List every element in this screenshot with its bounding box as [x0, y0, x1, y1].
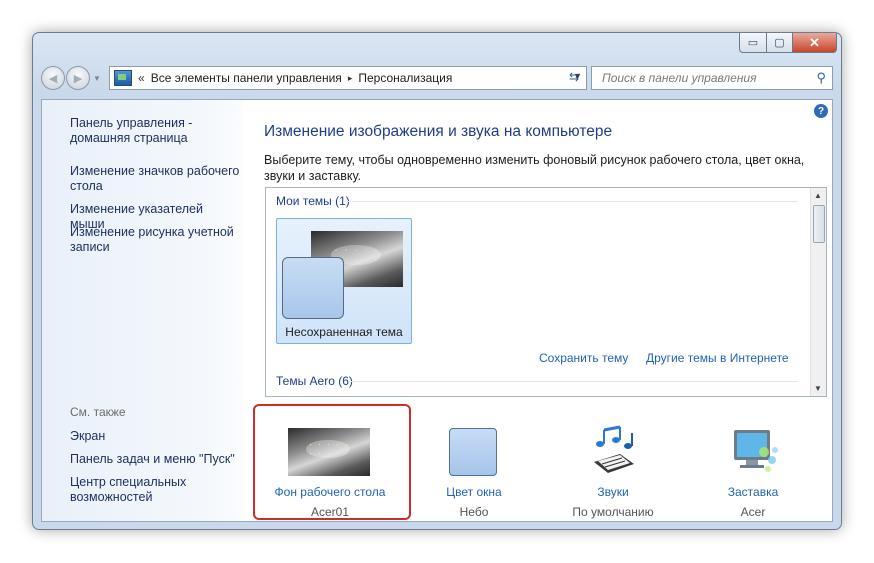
- scroll-up-icon[interactable]: ▲: [814, 191, 822, 200]
- minimize-button[interactable]: ▭: [739, 33, 767, 53]
- breadcrumb-overflow[interactable]: «: [138, 71, 145, 85]
- online-themes-link[interactable]: Другие темы в Интернете: [646, 351, 789, 365]
- group-my-themes: Мои темы (1): [276, 194, 350, 208]
- screensaver-icon: [734, 430, 778, 472]
- close-icon: ✕: [809, 34, 820, 50]
- screensaver-label[interactable]: Заставка: [688, 485, 818, 499]
- maximize-icon: ▢: [774, 37, 785, 49]
- navigation-buttons: ◀ ▶ ▼: [41, 66, 101, 90]
- sidebar-link-desktop-icons[interactable]: Изменение значков рабочего стола: [70, 164, 240, 194]
- help-button[interactable]: ?: [814, 104, 828, 118]
- address-bar[interactable]: « Все элементы панели управления ▸ Персо…: [109, 66, 587, 90]
- scrollbar-thumb[interactable]: [813, 205, 825, 243]
- main-panel: ? Изменение изображения и звука на компь…: [243, 100, 832, 521]
- group-divider: [348, 201, 798, 202]
- sidebar-link-account-picture[interactable]: Изменение рисунка учетной записи: [70, 225, 240, 255]
- close-button[interactable]: ✕: [793, 33, 837, 53]
- see-also-heading: См. также: [70, 405, 126, 419]
- control-panel-icon: [114, 70, 132, 86]
- save-theme-link[interactable]: Сохранить тему: [539, 351, 628, 365]
- sidebar-link-home[interactable]: Панель управления - домашняя страница: [70, 116, 240, 146]
- search-box: ⚲: [591, 66, 833, 90]
- themes-scrollbar[interactable]: ▲ ▼: [810, 188, 826, 396]
- page-description: Выберите тему, чтобы одновременно измени…: [264, 153, 805, 183]
- maximize-button[interactable]: ▢: [767, 33, 793, 53]
- search-icon[interactable]: ⚲: [816, 70, 826, 86]
- breadcrumb-separator-icon[interactable]: ▸: [348, 73, 353, 84]
- sounds-value: По умолчанию: [572, 505, 654, 519]
- back-button[interactable]: ◀: [41, 66, 65, 90]
- window-color-value: Небо: [459, 505, 489, 519]
- sidebar-link-taskbar[interactable]: Панель задач и меню "Пуск": [70, 452, 240, 467]
- group-aero-themes: Темы Aero (6): [276, 374, 353, 388]
- scroll-down-icon[interactable]: ▼: [814, 384, 822, 393]
- desktop-background-thumbnail: [288, 428, 370, 476]
- personalization-window: ▭ ▢ ✕ ◀ ▶ ▼ « Все элементы панели управл…: [32, 32, 842, 530]
- screensaver-value: Acer: [740, 505, 766, 519]
- arrow-right-icon: ▶: [73, 72, 83, 85]
- forward-button[interactable]: ▶: [66, 66, 90, 90]
- help-icon: ?: [817, 105, 825, 117]
- window-controls: ▭ ▢ ✕: [739, 33, 837, 53]
- search-input[interactable]: [600, 70, 804, 86]
- sidebar: Панель управления - домашняя страница Из…: [42, 100, 243, 521]
- sounds-icon: [594, 425, 634, 473]
- content-area: Панель управления - домашняя страница Из…: [41, 99, 833, 522]
- theme-name: Несохраненная тема: [285, 325, 403, 339]
- window-color-label[interactable]: Цвет окна: [409, 485, 539, 499]
- page-title: Изменение изображения и звука на компьют…: [264, 123, 613, 140]
- refresh-button[interactable]: ⇆: [563, 66, 585, 88]
- sidebar-link-ease-of-access[interactable]: Центр специальных возможностей: [70, 475, 240, 505]
- desktop-background-value: Acer01: [310, 505, 350, 519]
- breadcrumb-all-items[interactable]: Все элементы панели управления: [151, 71, 342, 85]
- breadcrumb-personalization[interactable]: Персонализация: [358, 71, 452, 85]
- theme-unsaved[interactable]: Несохраненная тема: [276, 218, 412, 344]
- sounds-label[interactable]: Звуки: [548, 485, 678, 499]
- themes-list: Мои темы (1) Несохраненная тема Сохранит…: [265, 187, 827, 397]
- arrow-left-icon: ◀: [48, 72, 58, 85]
- group-divider: [348, 381, 798, 382]
- recent-pages-chevron-icon[interactable]: ▼: [93, 74, 101, 83]
- theme-window-color-thumbnail: [282, 257, 344, 319]
- refresh-icon: ⇆: [568, 70, 580, 84]
- minimize-icon: ▭: [747, 37, 759, 49]
- window-color-swatch: [449, 428, 497, 476]
- sidebar-link-display[interactable]: Экран: [70, 429, 240, 444]
- desktop-background-label[interactable]: Фон рабочего стола: [265, 485, 395, 499]
